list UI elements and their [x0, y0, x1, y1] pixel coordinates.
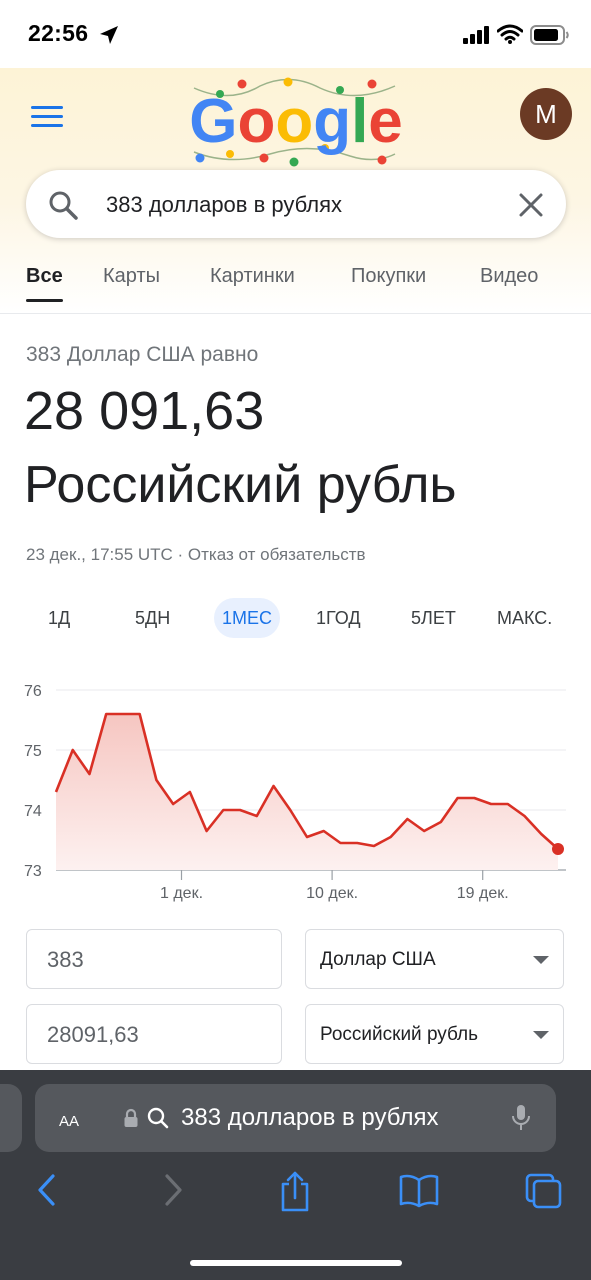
- tab-label: Карты: [103, 265, 160, 287]
- tab-images[interactable]: Картинки: [210, 265, 295, 288]
- dropdown-arrow-icon: [533, 956, 549, 964]
- aa-label: AA: [59, 1113, 80, 1130]
- lock-icon: [124, 1108, 138, 1127]
- share-icon[interactable]: [278, 1170, 312, 1214]
- home-indicator: [190, 1260, 402, 1266]
- tab-label: Видео: [480, 265, 539, 287]
- status-bar: 22:56: [0, 0, 591, 68]
- cellular-signal-icon: [463, 26, 489, 44]
- y-tick-label: 73: [24, 863, 42, 880]
- x-tick-label: 19 дек.: [457, 885, 509, 902]
- from-amount-value: 383: [47, 947, 84, 972]
- search-tabs: Все Карты Картинки Покупки Видео: [0, 263, 591, 313]
- period-selector: 1Д 5ДН 1МЕС 1ГОД 5ЛЕТ МАКС.: [0, 598, 591, 638]
- google-doodle-logo[interactable]: Google: [190, 74, 402, 170]
- tab-all[interactable]: Все: [26, 265, 63, 302]
- forward-icon[interactable]: [162, 1170, 186, 1210]
- search-icon: [49, 191, 78, 220]
- target-currency-name: Российский рубль: [24, 456, 457, 514]
- period-1d[interactable]: 1Д: [48, 598, 70, 638]
- search-input[interactable]: 383 долларов в рублях: [106, 192, 342, 218]
- tab-video[interactable]: Видео: [480, 265, 538, 288]
- safari-toolbar: AA 383 долларов в рублях: [0, 1070, 591, 1280]
- period-5d[interactable]: 5ДН: [135, 598, 170, 638]
- tabs-icon[interactable]: [524, 1170, 564, 1210]
- to-amount-field[interactable]: 28091,63: [26, 1004, 282, 1064]
- y-tick-label: 76: [24, 683, 42, 700]
- account-avatar[interactable]: M: [520, 88, 572, 140]
- y-tick-label: 74: [24, 803, 42, 820]
- to-amount-value: 28091,63: [47, 1022, 139, 1047]
- previous-tab-pill[interactable]: [0, 1084, 22, 1152]
- tab-shopping[interactable]: Покупки: [351, 265, 426, 288]
- menu-icon[interactable]: [31, 106, 63, 132]
- tab-maps[interactable]: Карты: [103, 265, 160, 288]
- divider: [0, 313, 591, 314]
- period-1y[interactable]: 1ГОД: [316, 598, 361, 638]
- period-1m[interactable]: 1МЕС: [214, 598, 281, 638]
- y-tick-label: 75: [24, 743, 42, 760]
- bookmarks-icon[interactable]: [398, 1170, 440, 1210]
- back-icon[interactable]: [34, 1170, 58, 1210]
- tab-label: Покупки: [351, 265, 427, 287]
- to-currency-value: Российский рубль: [320, 1024, 479, 1045]
- search-bar[interactable]: 383 долларов в рублях: [26, 170, 566, 238]
- x-tick-label: 1 дек.: [160, 885, 203, 902]
- active-tab-indicator: [26, 299, 63, 302]
- from-currency-select[interactable]: Доллар США: [305, 929, 564, 989]
- tab-label: Все: [26, 265, 63, 287]
- rate-timestamp-disclaimer[interactable]: 23 дек., 17:55 UTC · Отказ от обязательс…: [26, 545, 366, 565]
- microphone-icon[interactable]: [511, 1104, 531, 1132]
- location-arrow-icon: [100, 26, 118, 44]
- google-header: Google M 383 долларов в рублях Все Карты…: [0, 68, 591, 313]
- dropdown-arrow-icon: [533, 1031, 549, 1039]
- conversion-equation: 383 Доллар США равно: [26, 343, 259, 366]
- from-currency-value: Доллар США: [320, 949, 436, 970]
- series-area-fill: [56, 714, 558, 870]
- to-currency-select[interactable]: Российский рубль: [305, 1004, 564, 1064]
- reader-text-size-button[interactable]: AA: [59, 1106, 79, 1132]
- address-text: 383 долларов в рублях: [181, 1104, 439, 1131]
- status-time: 22:56: [28, 20, 89, 46]
- search-icon: [147, 1107, 169, 1129]
- address-bar[interactable]: AA 383 долларов в рублях: [35, 1084, 556, 1152]
- period-5y[interactable]: 5ЛЕТ: [411, 598, 456, 638]
- x-tick-label: 10 дек.: [306, 885, 358, 902]
- period-max[interactable]: МАКС.: [497, 598, 552, 638]
- last-point-marker: [552, 843, 564, 855]
- clear-search-icon[interactable]: [518, 192, 544, 218]
- battery-icon: [530, 25, 569, 45]
- svg-text:Google: Google: [190, 87, 402, 156]
- from-amount-field[interactable]: 383: [26, 929, 282, 989]
- exchange-rate-chart[interactable]: 76 75 74 73 1 дек. 10 дек. 19 дек.: [0, 670, 591, 910]
- wifi-icon: [497, 24, 523, 44]
- converted-amount: 28 091,63: [24, 381, 265, 441]
- tab-label: Картинки: [210, 265, 295, 287]
